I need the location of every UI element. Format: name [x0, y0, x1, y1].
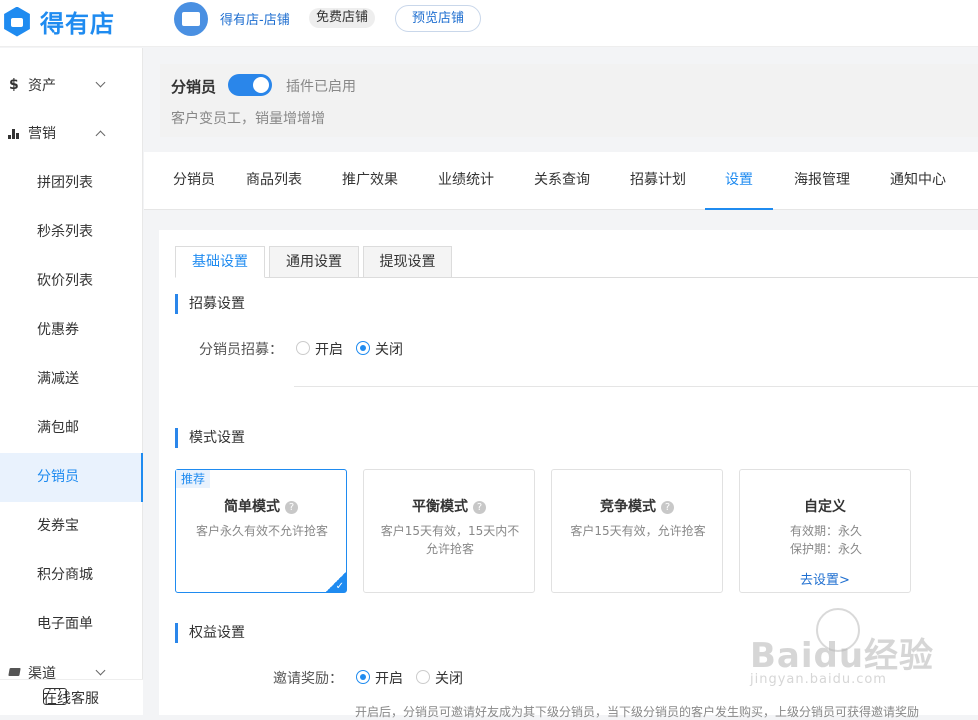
subtab-general[interactable]: 通用设置 — [269, 246, 359, 278]
recruit-off-label[interactable]: 关闭 — [375, 339, 403, 359]
chevron-down-icon — [95, 665, 106, 676]
section-title-mode: 模式设置 — [175, 428, 245, 448]
mode-name: 自定义 — [804, 499, 846, 515]
shop-name[interactable]: 得有店-店铺 — [220, 9, 290, 28]
brand-logo[interactable]: 得有店 — [2, 4, 115, 39]
chevron-up-icon — [95, 130, 106, 141]
preview-shop-button[interactable]: 预览店铺 — [395, 5, 481, 32]
sidebar: $ 资产 营销 拼团列表 秒杀列表 砍价列表 优惠券 满减送 满包邮 分销员 发… — [0, 48, 143, 715]
recommended-badge: 推荐 — [176, 470, 211, 488]
sidebar-item-flash-sale[interactable]: 秒杀列表 — [0, 208, 143, 257]
mode-description: 客户15天有效，15天内不允许抢客 — [380, 524, 520, 556]
recruit-off-radio[interactable] — [356, 341, 370, 355]
invite-reward-note: 开启后，分销员可邀请好友成为其下级分销员，当下级分销员的客户发生购买，上级分销员… — [355, 705, 920, 719]
baidu-watermark: Baidu经验 jingyan.baidu.com — [750, 608, 978, 698]
section-title-recruit: 招募设置 — [175, 294, 245, 314]
tab-posters[interactable]: 海报管理 — [792, 152, 852, 210]
top-bar: 得有店 得有店-店铺 免费店铺 预览店铺 — [0, 0, 978, 47]
tab-notifications[interactable]: 通知中心 — [888, 152, 948, 210]
section-divider — [294, 386, 978, 387]
watermark-title: Baidu经验 — [750, 636, 935, 676]
selected-check-icon — [326, 572, 346, 592]
sidebar-group-marketing[interactable]: 营销 — [0, 109, 143, 157]
invite-on-label[interactable]: 开启 — [375, 668, 403, 688]
sidebar-item-coupon-tool[interactable]: 发券宝 — [0, 502, 143, 551]
dollar-icon: $ — [9, 77, 19, 93]
tab-promotion-effect[interactable]: 推广效果 — [340, 152, 400, 210]
mode-name: 平衡模式 — [412, 499, 468, 515]
invite-off-label[interactable]: 关闭 — [435, 668, 463, 688]
mode-card-simple[interactable]: 推荐 简单模式? 客户永久有效不允许抢客 — [175, 469, 347, 593]
layers-icon — [8, 668, 21, 676]
plugin-status: 插件已启用 — [286, 79, 356, 95]
custom-protection: 保护期：永久 — [789, 542, 862, 556]
tab-relations[interactable]: 关系查询 — [532, 152, 592, 210]
plugin-description: 客户变员工，销量增增增 — [171, 111, 325, 127]
plugin-enable-toggle[interactable] — [228, 74, 272, 96]
store-icon — [4, 6, 30, 37]
brand-name: 得有店 — [40, 10, 115, 38]
custom-settings-link[interactable]: 去设置> — [740, 569, 910, 588]
sidebar-item-e-waybill[interactable]: 电子面单 — [0, 600, 143, 649]
sidebar-item-group-buy[interactable]: 拼团列表 — [0, 159, 143, 208]
mode-description: 客户15天有效，允许抢客 — [570, 524, 706, 538]
shop-avatar[interactable] — [174, 2, 208, 36]
sidebar-item-distributor[interactable]: 分销员 — [0, 453, 143, 502]
invite-off-radio[interactable] — [416, 670, 430, 684]
plugin-title: 分销员 — [171, 78, 217, 96]
tab-distributors[interactable]: 分销员 — [163, 152, 225, 210]
tab-performance[interactable]: 业绩统计 — [436, 152, 496, 210]
help-icon[interactable]: ? — [285, 501, 298, 514]
subtab-basic[interactable]: 基础设置 — [175, 246, 265, 278]
help-icon[interactable]: ? — [473, 501, 486, 514]
sidebar-item-points-mall[interactable]: 积分商城 — [0, 551, 143, 600]
plugin-header: 分销员 插件已启用 客户变员工，销量增增增 — [160, 64, 978, 137]
section-title-rights: 权益设置 — [175, 623, 245, 643]
sidebar-item-discount[interactable]: 满减送 — [0, 355, 143, 404]
sidebar-item-free-shipping[interactable]: 满包邮 — [0, 404, 143, 453]
mode-card-balanced[interactable]: 平衡模式? 客户15天有效，15天内不允许抢客 — [363, 469, 535, 593]
tab-settings[interactable]: 设置 — [705, 152, 773, 210]
mode-description: 客户永久有效不允许抢客 — [195, 524, 328, 538]
sidebar-group-assets[interactable]: $ 资产 — [0, 61, 143, 109]
recruit-label: 分销员招募： — [199, 342, 283, 358]
tab-products[interactable]: 商品列表 — [244, 152, 304, 210]
mode-card-custom[interactable]: 自定义 有效期：永久 保护期：永久 去设置> — [739, 469, 911, 593]
sidebar-item-coupons[interactable]: 优惠券 — [0, 306, 143, 355]
chevron-down-icon — [95, 77, 106, 88]
online-support-button[interactable]: 在线客服 — [0, 679, 143, 715]
sidebar-group-label: 资产 — [28, 78, 56, 94]
invite-reward-label: 邀请奖励： — [273, 671, 343, 687]
storefront-icon — [182, 12, 200, 26]
sidebar-item-bargain[interactable]: 砍价列表 — [0, 257, 143, 306]
shop-plan-badge: 免费店铺 — [309, 8, 376, 28]
help-icon[interactable]: ? — [661, 501, 674, 514]
recruit-on-radio[interactable] — [296, 341, 310, 355]
recruit-on-label[interactable]: 开启 — [315, 339, 343, 359]
bar-chart-icon — [8, 129, 22, 139]
custom-validity: 有效期：永久 — [789, 524, 862, 538]
subtab-withdraw[interactable]: 提现设置 — [363, 246, 452, 278]
tab-recruit-plan[interactable]: 招募计划 — [628, 152, 688, 210]
watermark-url: jingyan.baidu.com — [750, 672, 887, 687]
mode-card-competitive[interactable]: 竞争模式? 客户15天有效，允许抢客 — [551, 469, 723, 593]
mode-name: 简单模式 — [224, 499, 280, 515]
main-tabs: 分销员 商品列表 推广效果 业绩统计 关系查询 招募计划 设置 海报管理 通知中… — [144, 152, 978, 210]
invite-on-radio[interactable] — [356, 670, 370, 684]
support-label: 在线客服 — [43, 691, 99, 707]
mode-description: 有效期：永久 保护期：永久 — [752, 522, 900, 558]
mode-name: 竞争模式 — [600, 499, 656, 515]
sidebar-group-label: 营销 — [28, 126, 56, 142]
